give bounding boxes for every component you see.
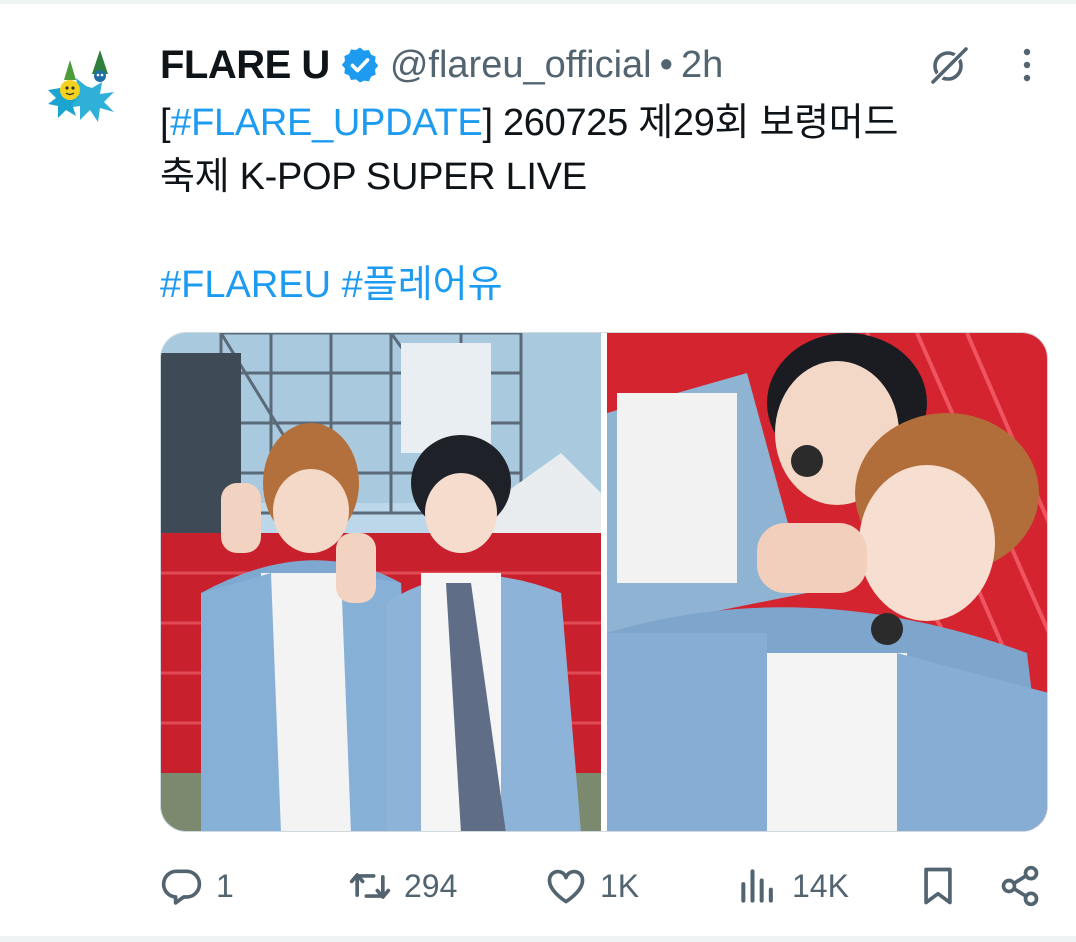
hashtag-flareu-korean[interactable]: #플레어유 <box>342 264 503 306</box>
top-divider <box>0 0 1076 4</box>
author-handle[interactable]: @flareu_official <box>390 44 652 87</box>
header-separator: • <box>659 43 673 86</box>
open-bracket: [ <box>160 102 171 144</box>
repost-count: 294 <box>404 867 458 904</box>
photo-2-image <box>607 333 1047 831</box>
reply-button[interactable]: 1 <box>160 860 234 912</box>
photo-2[interactable] <box>607 333 1047 831</box>
verified-badge-icon <box>341 47 378 83</box>
views-button[interactable]: 14K <box>736 860 849 912</box>
bottom-divider <box>0 936 1076 942</box>
bookmark-button[interactable] <box>916 860 960 912</box>
tweet-text: [#FLARE_UPDATE] 260725 제29회 보령머드 축제 K-PO… <box>160 96 1060 204</box>
tweet-text-line-1-rest: ] 260725 제29회 보령머드 <box>482 102 899 144</box>
author-name[interactable]: FLARE U <box>160 43 330 88</box>
share-icon <box>1001 865 1039 907</box>
photo-1-image <box>161 333 601 831</box>
photo-1[interactable] <box>161 333 601 831</box>
more-icon[interactable] <box>1012 44 1042 86</box>
media-grid <box>160 332 1048 832</box>
views-count: 14K <box>792 867 849 904</box>
bookmark-icon <box>924 867 952 905</box>
grok-icon[interactable] <box>928 44 970 86</box>
share-button[interactable] <box>998 860 1042 912</box>
reply-count: 1 <box>216 867 234 904</box>
hashtag-flareu[interactable]: #FLAREU <box>160 264 331 306</box>
tweet-text-line-2: 축제 K-POP SUPER LIVE <box>160 156 587 198</box>
hashtag-line: #FLAREU #플레어유 <box>160 258 503 312</box>
like-icon <box>547 869 585 904</box>
tweet-text-line-1: [#FLARE_UPDATE] 260725 제29회 보령머드 <box>160 96 1060 150</box>
tweet-header: FLARE U @flareu_official • 2h <box>160 38 723 92</box>
tweet-actions: 1 294 1K 14K <box>160 860 1050 912</box>
hashtag-flare-update[interactable]: #FLARE_UPDATE <box>170 102 482 144</box>
like-button[interactable]: 1K <box>544 860 639 912</box>
repost-button[interactable]: 294 <box>348 860 457 912</box>
avatar-logo-image <box>48 50 114 122</box>
like-count: 1K <box>600 867 640 904</box>
views-icon <box>741 869 773 903</box>
avatar[interactable] <box>40 38 136 134</box>
repost-icon <box>349 873 391 899</box>
tweet-timestamp[interactable]: 2h <box>681 44 723 87</box>
reply-icon <box>161 869 202 905</box>
